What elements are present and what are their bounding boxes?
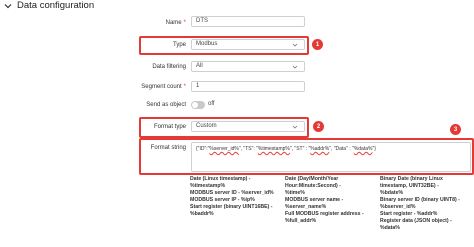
help-item: %full_addr% — [285, 218, 317, 224]
segment-count-label: Segment count * — [141, 84, 186, 90]
help-item: timestamp, UINT32BE) - — [380, 183, 439, 189]
help-item: Hour:Minute:Second) - — [285, 183, 341, 189]
data-filtering-label: Data filtering — [152, 64, 186, 70]
help-item: Date (Day/Month/Year — [285, 176, 339, 182]
format-help-list: Date (Linux timestamp) - Date (Day/Month… — [190, 176, 474, 232]
help-item: %server_name% — [285, 204, 327, 210]
callout-badge-2: 2 — [313, 121, 324, 132]
help-item — [190, 218, 285, 225]
format-string-label: Format string — [150, 145, 186, 151]
chevron-down-icon[interactable] — [3, 1, 13, 11]
type-select[interactable]: Modbus — [191, 39, 305, 50]
chevron-down-icon — [292, 125, 298, 129]
chevron-down-icon — [292, 43, 298, 47]
format-string-textarea[interactable]: {"ID":"%server_id%", "TS": "%timestamp%"… — [191, 142, 471, 172]
section-header[interactable]: Data configuration — [0, 0, 474, 11]
help-item: %time% — [285, 190, 305, 196]
data-filtering-value: All — [196, 63, 203, 69]
help-item: %bdate% — [380, 190, 404, 196]
help-item: Date (Linux timestamp) - — [190, 176, 251, 182]
help-item: MODBUS server IP - %ip% — [190, 197, 255, 203]
section-title: Data configuration — [17, 0, 95, 11]
help-item: Start register (binary UINT16BE) - — [190, 204, 273, 210]
fs-part: "} — [372, 146, 376, 152]
fs-part: ", "Data" : " — [329, 146, 354, 152]
help-item: %timestamp% — [190, 183, 226, 189]
fs-part: ", "ST" : " — [289, 146, 311, 152]
send-as-object-label: Send as object — [146, 102, 186, 108]
help-item: Start register - %addr% — [380, 211, 438, 217]
help-item: Binary Date (binary Linux — [380, 176, 443, 182]
callout-badge-3: 3 — [450, 124, 461, 135]
type-select-value: Modbus — [196, 41, 218, 47]
segment-count-input[interactable]: 1 — [191, 81, 305, 92]
help-item: %baddr% — [190, 211, 214, 217]
help-item — [285, 225, 380, 232]
help-item: %data% — [380, 225, 400, 231]
help-item: MODBUS server ID - %server_id% — [190, 190, 274, 196]
format-type-label: Format type — [153, 124, 186, 130]
fs-part: %timestamp% — [257, 146, 290, 152]
help-item — [190, 225, 285, 232]
type-label: Type — [172, 42, 186, 48]
help-item: Binary server ID (binary UINT8) - — [380, 197, 460, 203]
name-label: Name * — [165, 20, 186, 26]
format-type-select[interactable]: Custom — [191, 121, 305, 132]
fs-part: %data% — [353, 146, 373, 152]
fs-part: %server_id% — [209, 146, 239, 152]
fs-part: {"ID":" — [196, 146, 210, 152]
name-input[interactable]: DTS — [191, 16, 305, 27]
format-type-value: Custom — [196, 123, 217, 129]
send-as-object-state: off — [208, 101, 215, 107]
send-as-object-toggle[interactable] — [191, 101, 205, 109]
callout-badge-1: 1 — [312, 39, 323, 50]
fs-part: ", "TS": " — [238, 146, 258, 152]
help-item: %bserver_id% — [380, 204, 416, 210]
help-item: Full MODBUS register address - — [285, 211, 364, 217]
help-item: Register data (JSON object) - — [380, 218, 452, 224]
data-filtering-select[interactable]: All — [191, 61, 305, 72]
fs-part: %addr% — [310, 146, 330, 152]
chevron-down-icon — [292, 65, 298, 69]
help-item: MODBUS server name - — [285, 197, 344, 203]
